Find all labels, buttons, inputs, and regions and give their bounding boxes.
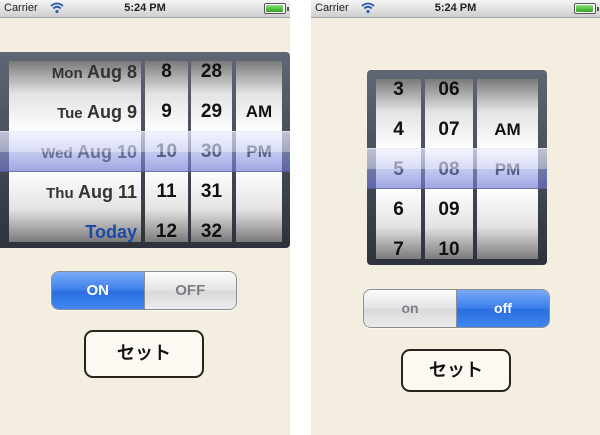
ampm-wheel[interactable]: AM PM [236,61,282,242]
status-bar: Carrier 5:24 PM [311,0,600,18]
minute-row[interactable]: 10 [425,230,473,259]
date-row[interactable]: Thu Aug 11 [9,172,141,212]
minute-row[interactable]: 31 [191,172,232,212]
minute-row[interactable]: 28 [191,61,232,92]
on-off-segmented-control[interactable]: ON OFF [51,271,237,310]
minute-row[interactable]: 09 [425,190,473,230]
hour-row[interactable]: 9 [145,92,188,132]
status-time: 5:24 PM [124,2,166,14]
hour-row[interactable]: 3 [376,79,421,110]
time-picker[interactable]: 3 4 5 6 7 06 07 08 09 10 AM PM [367,70,547,265]
left-screen: Carrier 5:24 PM Mon Aug 8 Tue Aug 9 Wed … [0,0,290,435]
am-option[interactable]: AM [477,110,538,150]
status-time: 5:24 PM [434,2,477,14]
hour-row[interactable]: 6 [376,190,421,230]
date-time-picker[interactable]: Mon Aug 8 Tue Aug 9 Wed Aug 10 Thu Aug 1… [0,52,290,248]
hour-row[interactable]: 11 [145,172,188,212]
hour-row-selected[interactable]: 5 [376,150,421,190]
minute-wheel[interactable]: 06 07 08 09 10 [425,79,473,259]
set-button[interactable]: セット [84,330,204,378]
minute-row[interactable]: 32 [191,212,232,242]
pm-option[interactable]: PM [477,150,538,190]
on-segment[interactable]: on [364,290,456,327]
hour-row[interactable]: 4 [376,110,421,150]
pm-option[interactable]: PM [236,132,282,172]
minute-row[interactable]: 06 [425,79,473,110]
minute-wheel[interactable]: 28 29 30 31 32 [191,61,232,242]
hour-row[interactable]: 12 [145,212,188,242]
date-row[interactable]: Tue Aug 9 [9,92,141,132]
date-row[interactable]: Mon Aug 8 [9,61,141,92]
hour-row[interactable]: 7 [376,230,421,259]
on-segment[interactable]: ON [52,272,144,309]
minute-row[interactable]: 29 [191,92,232,132]
set-button[interactable]: セット [401,349,511,392]
right-screen: Carrier 5:24 PM 3 4 5 6 7 06 07 08 09 10… [311,0,600,435]
date-wheel[interactable]: Mon Aug 8 Tue Aug 9 Wed Aug 10 Thu Aug 1… [9,61,141,242]
status-bar: Carrier 5:24 PM [0,0,290,18]
battery-icon [574,3,599,14]
battery-icon [264,3,289,14]
off-segment[interactable]: off [456,290,549,327]
hour-wheel[interactable]: 8 9 10 11 12 [145,61,188,242]
hour-row[interactable]: 8 [145,61,188,92]
hour-row-selected[interactable]: 10 [145,132,188,172]
minute-row[interactable]: 07 [425,110,473,150]
screen-divider [290,0,311,435]
minute-row-selected[interactable]: 08 [425,150,473,190]
am-option[interactable]: AM [236,92,282,132]
on-off-segmented-control[interactable]: on off [363,289,550,328]
hour-wheel[interactable]: 3 4 5 6 7 [376,79,421,259]
ampm-wheel[interactable]: AM PM [477,79,538,259]
date-row-today[interactable]: Today [9,212,141,242]
minute-row-selected[interactable]: 30 [191,132,232,172]
off-segment[interactable]: OFF [143,272,236,309]
date-row-selected[interactable]: Wed Aug 10 [9,132,141,172]
